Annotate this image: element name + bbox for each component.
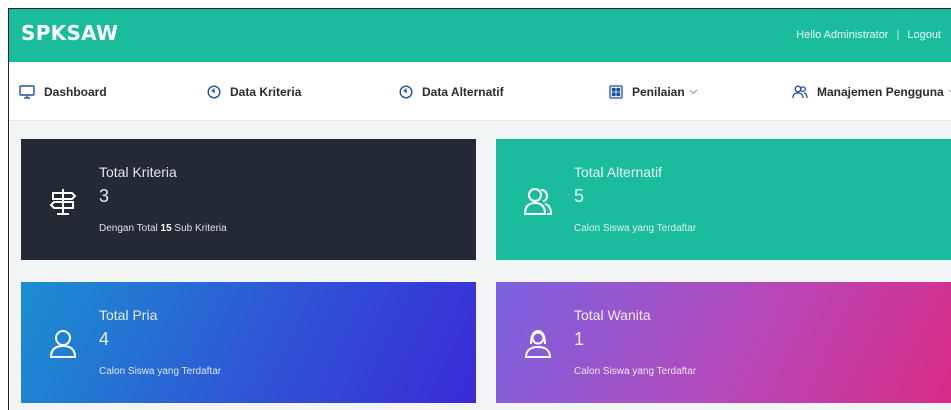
nav-data-kriteria-label: Data Kriteria — [230, 85, 302, 99]
card-value: 4 — [99, 329, 110, 349]
greeting-text: Hello Administrator — [796, 29, 889, 41]
card-value: 5 — [574, 186, 585, 206]
card-description: Calon Siswa yang Terdaftar — [574, 223, 697, 234]
nav-dashboard-label: Dashboard — [44, 85, 107, 99]
card-total-alternatif[interactable]: Total Alternatif 5 Calon Siswa yang Terd… — [496, 139, 951, 260]
card-desc-count: 15 — [160, 223, 172, 234]
users-icon — [523, 188, 553, 215]
nav-penilaian-label: Penilaian — [632, 85, 685, 99]
chevron-down-icon — [689, 89, 698, 95]
nav-manajemen-pengguna-label: Manajemen Pengguna — [817, 85, 944, 99]
card-desc-prefix: Dengan Total — [99, 223, 161, 234]
users-icon — [792, 85, 808, 99]
card-desc-suffix: Sub Kriteria — [171, 223, 227, 234]
nav-data-alternatif[interactable]: Data Alternatif — [399, 82, 504, 102]
card-label: Total Alternatif — [574, 164, 662, 180]
monitor-icon — [19, 85, 35, 99]
signpost-icon — [49, 189, 77, 215]
card-total-wanita[interactable]: Total Wanita 1 Calon Siswa yang Terdafta… — [496, 282, 951, 403]
card-value: 1 — [574, 329, 585, 349]
user-box: Hello Administrator | Logout — [796, 29, 941, 41]
nav-data-alternatif-label: Data Alternatif — [422, 85, 504, 99]
user-female-icon — [524, 329, 552, 358]
card-description: Calon Siswa yang Terdaftar — [574, 366, 697, 377]
top-header: SPKSAW Hello Administrator | Logout — [9, 9, 951, 62]
clock-icon — [399, 85, 413, 99]
card-label: Total Kriteria — [99, 164, 177, 180]
card-total-pria[interactable]: Total Pria 4 Calon Siswa yang Terdaftar — [21, 282, 476, 403]
logout-link[interactable]: Logout — [907, 29, 941, 41]
main-nav: Dashboard Data Kriteria Data Alternatif — [9, 62, 951, 121]
card-description: Calon Siswa yang Terdaftar — [99, 366, 222, 377]
app-frame: SPKSAW Hello Administrator | Logout Dash… — [8, 8, 951, 410]
card-value: 3 — [99, 186, 110, 206]
grid-icon — [609, 85, 623, 99]
brand-logo[interactable]: SPKSAW — [21, 21, 118, 45]
header-separator: | — [896, 29, 900, 41]
card-total-kriteria[interactable]: Total Kriteria 3 Dengan Total 15 Sub Kri… — [21, 139, 476, 260]
nav-manajemen-pengguna[interactable]: Manajemen Pengguna — [792, 82, 951, 102]
clock-icon — [207, 85, 221, 99]
nav-dashboard[interactable]: Dashboard — [19, 82, 107, 102]
card-label: Total Wanita — [574, 307, 651, 323]
nav-penilaian[interactable]: Penilaian — [609, 82, 698, 102]
card-description: Dengan Total 15 Sub Kriteria — [99, 223, 227, 234]
user-icon — [49, 330, 77, 358]
nav-data-kriteria[interactable]: Data Kriteria — [207, 82, 301, 102]
card-label: Total Pria — [99, 307, 158, 323]
